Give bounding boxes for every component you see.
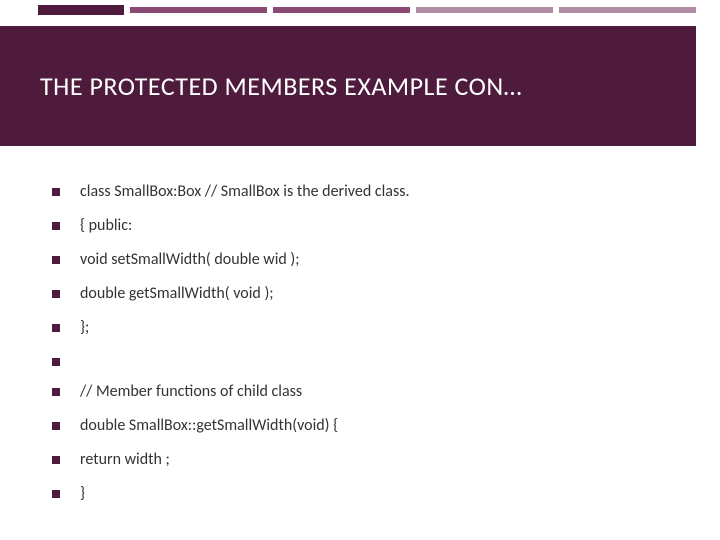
bullet-list: class SmallBox:Box // SmallBox is the de… <box>52 182 680 504</box>
list-item: { public: <box>52 216 680 236</box>
accent-bar-mid <box>130 7 267 13</box>
list-item: }; <box>52 318 680 338</box>
accent-bar-dark <box>38 5 124 15</box>
slide: THE PROTECTED MEMBERS EXAMPLE CON… class… <box>0 0 720 540</box>
list-item <box>52 352 680 368</box>
list-item: // Member functions of child class <box>52 382 680 402</box>
list-item: double getSmallWidth( void ); <box>52 284 680 304</box>
list-item: class SmallBox:Box // SmallBox is the de… <box>52 182 680 202</box>
decorative-top-bars <box>38 5 696 15</box>
list-item: return width ; <box>52 450 680 470</box>
list-item: } <box>52 484 680 504</box>
accent-bar-light <box>416 7 553 13</box>
list-item: double SmallBox::getSmallWidth(void) { <box>52 416 680 436</box>
slide-title: THE PROTECTED MEMBERS EXAMPLE CON… <box>40 70 522 102</box>
content-area: class SmallBox:Box // SmallBox is the de… <box>52 182 680 518</box>
accent-bar-mid <box>273 7 410 13</box>
list-item: void setSmallWidth( double wid ); <box>52 250 680 270</box>
title-band: THE PROTECTED MEMBERS EXAMPLE CON… <box>0 26 696 146</box>
accent-bar-light <box>559 7 696 13</box>
